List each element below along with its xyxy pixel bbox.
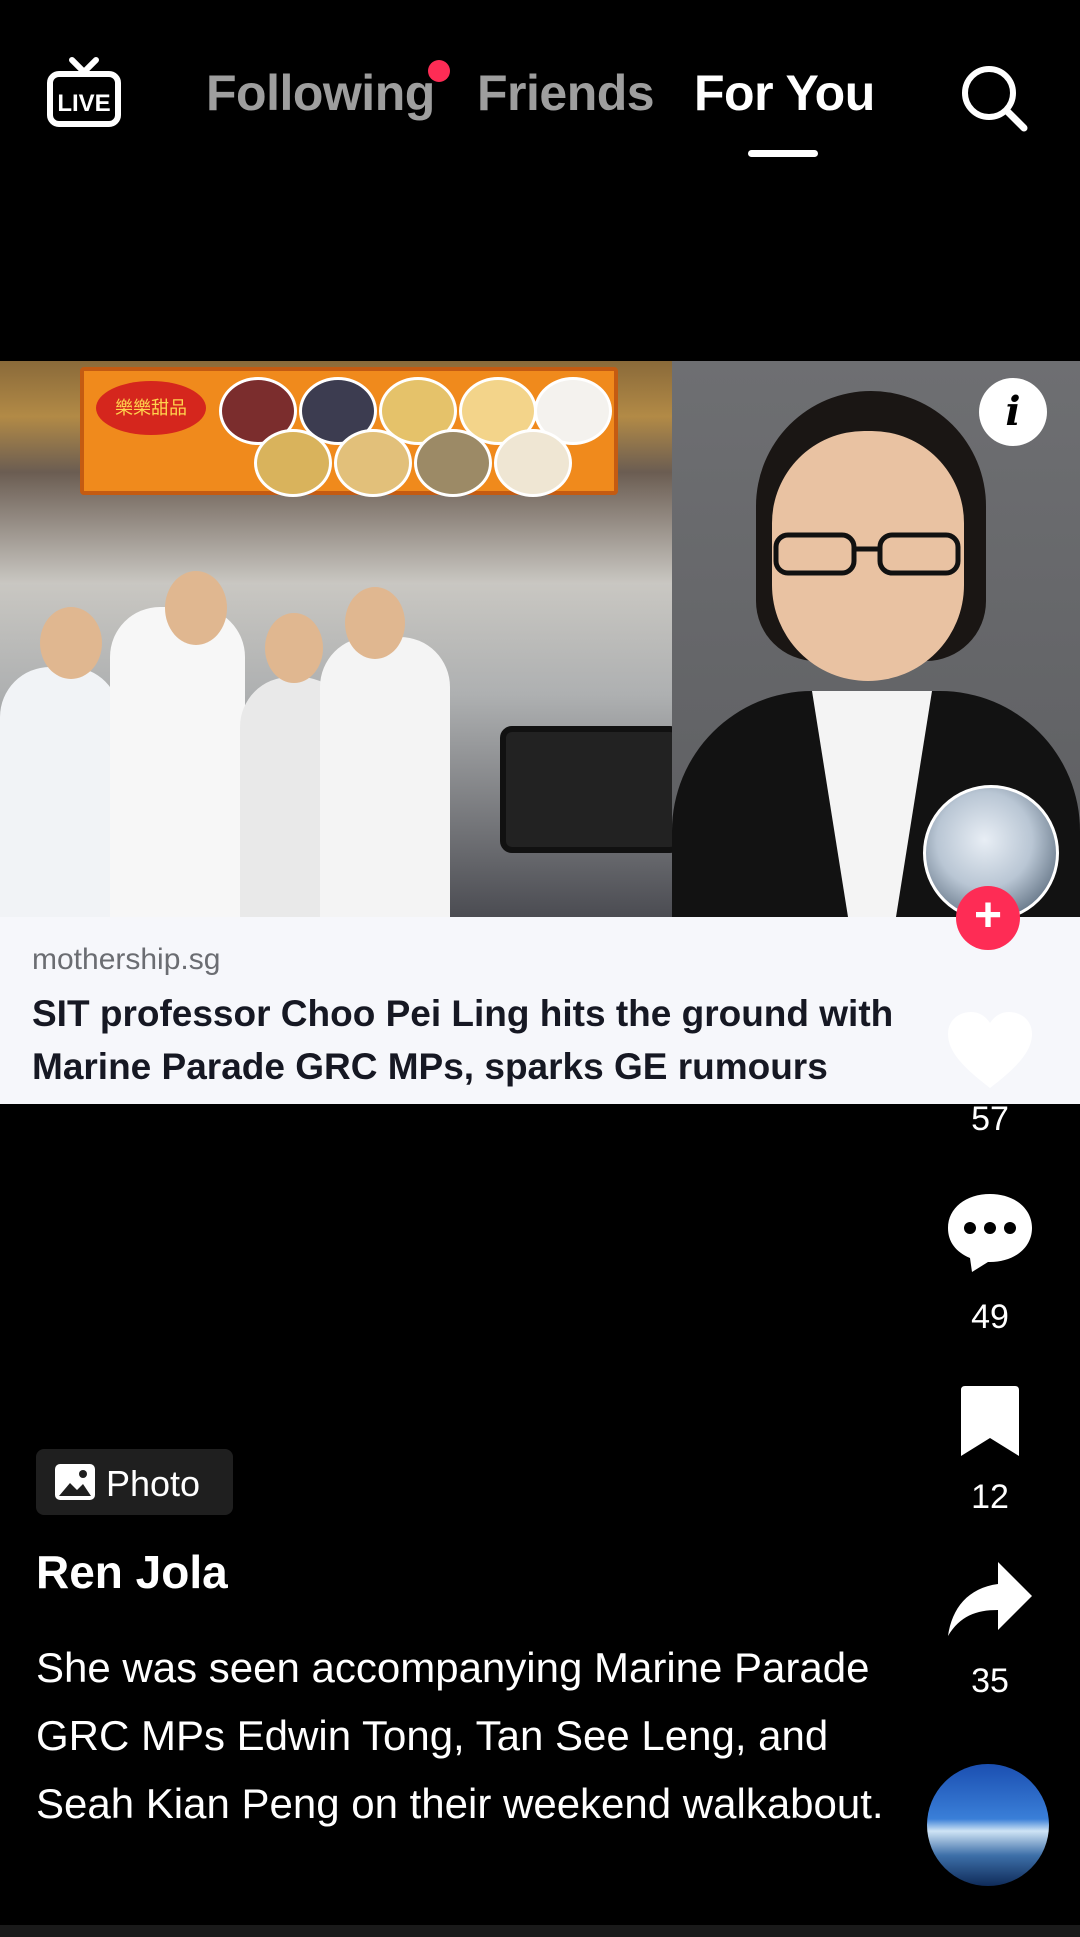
group-of-people xyxy=(0,571,460,917)
image-icon xyxy=(55,1464,95,1500)
comment-count: 49 xyxy=(971,1298,1009,1336)
bookmark-icon xyxy=(961,1386,1019,1456)
tab-for-you[interactable]: For You xyxy=(694,64,875,122)
progress-track xyxy=(0,1925,1080,1937)
stall-signboard: 樂樂甜品 xyxy=(80,367,618,497)
live-tv-icon[interactable]: LIVE xyxy=(46,56,122,130)
post-caption[interactable]: She was seen accompanying Marine Parade … xyxy=(36,1634,896,1838)
active-tab-indicator xyxy=(748,150,818,157)
search-icon[interactable] xyxy=(958,62,1030,134)
save-button[interactable]: 12 xyxy=(930,1384,1050,1517)
comment-icon xyxy=(948,1194,1032,1272)
comment-button[interactable]: 49 xyxy=(930,1190,1050,1337)
like-count: 57 xyxy=(971,1100,1009,1138)
link-domain: mothership.sg xyxy=(32,943,221,976)
post-photo[interactable]: 樂樂甜品 xyxy=(0,361,1080,917)
notification-dot xyxy=(428,60,450,82)
heart-icon xyxy=(948,1012,1032,1088)
link-title: SIT professor Choo Pei Ling hits the gro… xyxy=(32,993,894,1087)
photo-type-badge: Photo xyxy=(36,1449,233,1515)
stall-logo: 樂樂甜品 xyxy=(96,381,206,435)
top-nav: LIVE Following Friends For You xyxy=(0,0,1080,170)
hawker-stall-photo: 樂樂甜品 xyxy=(0,361,682,917)
share-button[interactable]: 35 xyxy=(930,1558,1050,1701)
follow-plus-button[interactable]: + xyxy=(956,886,1020,950)
info-icon[interactable]: i xyxy=(979,378,1047,446)
svg-text:LIVE: LIVE xyxy=(57,90,110,117)
like-button[interactable]: 57 xyxy=(930,1008,1050,1139)
phone-in-photo xyxy=(500,726,682,853)
tab-friends[interactable]: Friends xyxy=(477,64,655,122)
share-count: 35 xyxy=(971,1662,1009,1700)
author-name[interactable]: Ren Jola xyxy=(36,1545,228,1599)
save-count: 12 xyxy=(971,1478,1009,1516)
badge-label: Photo xyxy=(106,1463,201,1504)
music-disc[interactable] xyxy=(927,1764,1049,1886)
share-icon xyxy=(948,1562,1032,1636)
link-preview-card[interactable]: mothership.sg SIT professor Choo Pei Lin… xyxy=(0,917,1080,1104)
tab-following[interactable]: Following xyxy=(206,64,435,122)
